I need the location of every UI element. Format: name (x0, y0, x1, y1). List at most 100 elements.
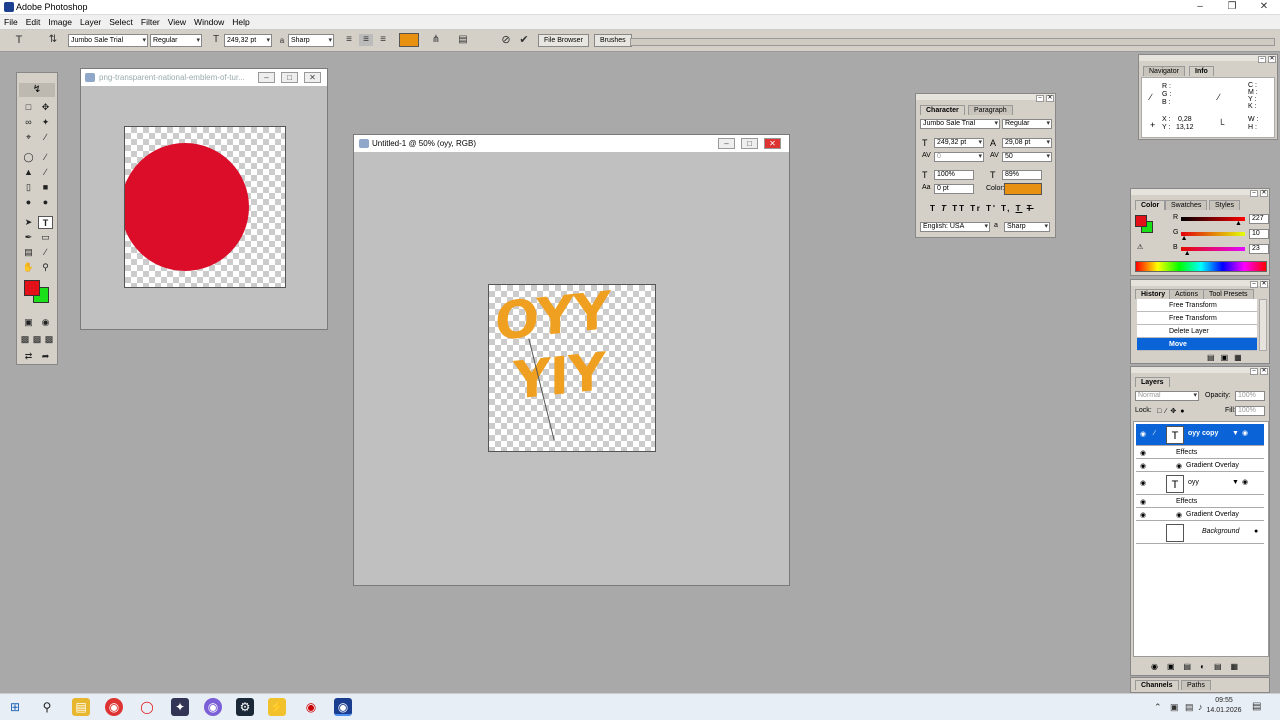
tab-channels[interactable]: Channels (1135, 680, 1179, 690)
adjustment-layer-icon[interactable]: ◐ (1200, 662, 1214, 671)
lock-position-icon[interactable]: ✥ (1170, 408, 1180, 415)
type-tool-icon[interactable]: T (12, 34, 26, 46)
b-value[interactable]: 23 (1249, 244, 1269, 254)
layer-name[interactable]: oyy (1188, 479, 1199, 486)
text-layer-oyy[interactable]: OYY (495, 285, 610, 353)
superscript-icon[interactable]: T' (986, 204, 997, 213)
g-slider-thumb[interactable]: ▲ (1181, 235, 1188, 242)
baseline-shift-field[interactable]: 0 pt (934, 184, 974, 194)
cancel-edit-icon[interactable]: ⊘ (499, 34, 513, 46)
foreground-color-swatch[interactable] (24, 280, 40, 296)
fill-field[interactable]: 100% (1235, 406, 1265, 416)
tray-chevron-icon[interactable]: ⌃ (1154, 702, 1162, 713)
menu-view[interactable]: View (164, 15, 190, 29)
menu-help[interactable]: Help (228, 15, 253, 29)
trash-icon[interactable]: ▦ (1231, 662, 1248, 671)
layer-style-icon[interactable]: ◉ (1151, 662, 1167, 671)
fx-icon[interactable]: ◉ (1242, 478, 1248, 486)
leading-field[interactable]: 29,08 pt (1002, 138, 1052, 148)
photoshop-taskbar-icon[interactable]: ◉ (334, 698, 352, 716)
tab-history[interactable]: History (1135, 289, 1172, 299)
imageready-icon[interactable]: ⇄ (21, 350, 36, 363)
notes-tool-icon[interactable]: ▤ (21, 246, 36, 259)
subscript-icon[interactable]: T, (1001, 204, 1011, 213)
menu-edit[interactable]: Edit (22, 15, 45, 29)
brushes-tab[interactable]: Brushes (594, 34, 632, 47)
history-item[interactable]: Free Transform (1137, 299, 1257, 312)
tab-styles[interactable]: Styles (1209, 200, 1241, 210)
underline-icon[interactable]: T (1016, 204, 1023, 213)
standard-screen-icon[interactable]: ▩ (19, 333, 31, 346)
app-icon[interactable]: ◉ (302, 698, 320, 716)
document-window-untitled[interactable]: Untitled-1 @ 50% (oyy, RGB) – □ ✕ OYY YI… (353, 134, 790, 586)
blur-tool-icon[interactable]: ● (21, 196, 36, 209)
trash-icon[interactable]: ▦ (1234, 353, 1248, 362)
app-icon[interactable]: ✦ (171, 698, 189, 716)
healing-brush-tool-icon[interactable]: ◯ (21, 151, 36, 164)
r-slider-thumb[interactable]: ▲ (1235, 220, 1242, 227)
path-selection-tool-icon[interactable]: ➤ (21, 216, 36, 229)
opera-icon[interactable]: ◯ (138, 698, 156, 716)
quick-mask-mode-icon[interactable]: ◉ (38, 316, 53, 329)
menu-layer[interactable]: Layer (76, 15, 105, 29)
lasso-tool-icon[interactable]: ∞ (21, 116, 36, 129)
maximize-icon[interactable]: □ (741, 138, 758, 149)
menu-window[interactable]: Window (190, 15, 228, 29)
visibility-eye-icon[interactable]: ◉ (1140, 462, 1146, 470)
menu-image[interactable]: Image (44, 15, 76, 29)
font-style-select[interactable]: Regular (150, 34, 202, 47)
layer-row[interactable]: ◉ T oyy ▼ ◉ (1136, 473, 1264, 495)
minimize-icon[interactable]: – (1184, 0, 1216, 15)
file-explorer-icon[interactable]: ▤ (72, 698, 90, 716)
tab-actions[interactable]: Actions (1169, 289, 1204, 299)
tab-color[interactable]: Color (1135, 200, 1166, 210)
small-caps-icon[interactable]: Tr (970, 204, 982, 213)
emblem-canvas[interactable] (121, 126, 286, 288)
eyedropper-tool-icon[interactable]: ∕ (38, 246, 53, 259)
close-icon[interactable]: ✕ (1260, 368, 1268, 375)
tab-paths[interactable]: Paths (1181, 680, 1211, 690)
new-layer-icon[interactable]: ▤ (1214, 662, 1231, 671)
notifications-icon[interactable]: ▤ (1252, 701, 1261, 712)
faux-bold-icon[interactable]: T (930, 204, 937, 213)
close-icon[interactable]: ✕ (764, 138, 781, 149)
font-family-select[interactable]: Jumbo Sale Trial (68, 34, 148, 47)
layer-row[interactable]: ◉ ∕ T oyy copy ▼ ◉ (1136, 424, 1264, 446)
move-tool-icon[interactable]: ✥ (38, 101, 53, 114)
menu-file[interactable]: File (0, 15, 22, 29)
close-icon[interactable]: ✕ (1260, 281, 1268, 288)
align-center-icon[interactable]: ≡ (359, 34, 373, 46)
file-browser-tab[interactable]: File Browser (538, 34, 589, 47)
restore-icon[interactable]: ❐ (1216, 0, 1248, 15)
g-value[interactable]: 10 (1249, 229, 1269, 239)
tab-layers[interactable]: Layers (1135, 377, 1170, 387)
expand-icon[interactable]: ▼ (1232, 430, 1239, 437)
align-right-icon[interactable]: ≡ (376, 34, 390, 46)
minimize-icon[interactable]: – (1250, 368, 1258, 375)
kerning-field[interactable]: 0 (934, 152, 984, 162)
document-window-emblem[interactable]: png-transparent-national-emblem-of-tur..… (80, 68, 328, 330)
b-slider-thumb[interactable]: ▲ (1184, 250, 1191, 257)
brush-link-icon[interactable]: ∕ (1154, 430, 1155, 437)
visibility-eye-icon[interactable]: ◉ (1140, 449, 1146, 457)
history-brush-tool-icon[interactable]: ∕ (38, 166, 53, 179)
tab-tool-presets[interactable]: Tool Presets (1203, 289, 1254, 299)
menu-filter[interactable]: Filter (137, 15, 164, 29)
tab-info[interactable]: Info (1189, 66, 1214, 76)
b-slider[interactable]: ▲ (1181, 247, 1245, 257)
history-item[interactable]: Free Transform (1137, 312, 1257, 325)
new-document-icon[interactable]: ▤ (1207, 353, 1221, 362)
minimize-icon[interactable]: – (718, 138, 735, 149)
clone-stamp-tool-icon[interactable]: ▲ (21, 166, 36, 179)
brush-tool-icon[interactable]: ∕ (38, 151, 53, 164)
text-canvas[interactable]: OYY YIY (488, 284, 656, 452)
layer-row-background[interactable]: Background ● (1136, 522, 1264, 544)
r-value[interactable]: 227 (1249, 214, 1269, 224)
language-select[interactable]: English: USA (920, 222, 990, 232)
hand-tool-icon[interactable]: ✋ (21, 261, 36, 274)
pen-tool-icon[interactable]: ✒ (21, 231, 36, 244)
color-ramp[interactable] (1135, 261, 1267, 272)
palettes-icon[interactable]: ▤ (456, 34, 470, 46)
lock-transparency-icon[interactable]: □ (1157, 408, 1165, 415)
tab-character[interactable]: Character (920, 105, 965, 115)
